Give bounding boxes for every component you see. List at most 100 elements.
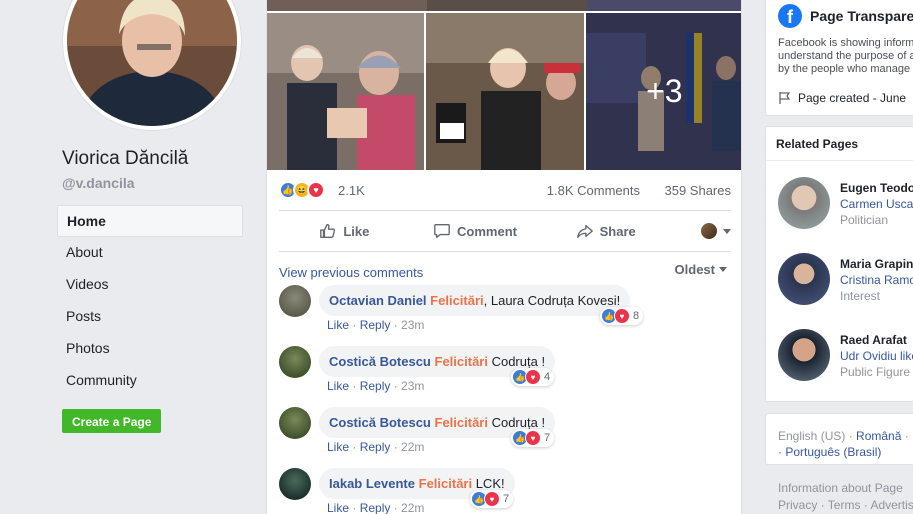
commenter-name[interactable]: Iakab Levente bbox=[329, 476, 415, 491]
comment-tag[interactable]: Felicitări bbox=[430, 293, 483, 308]
comment-like-link[interactable]: Like bbox=[327, 440, 349, 454]
post-photo[interactable] bbox=[426, 13, 584, 170]
love-reaction-icon: ♥ bbox=[614, 308, 630, 324]
nav-item-home[interactable]: Home bbox=[57, 205, 243, 237]
commenter-name[interactable]: Octavian Daniel bbox=[329, 293, 427, 308]
comment-text: Codruța ! bbox=[487, 354, 546, 369]
comment-like-link[interactable]: Like bbox=[327, 318, 349, 332]
related-page-friend[interactable]: Udr Ovidiu likes bbox=[840, 349, 913, 363]
like-label: Like bbox=[343, 223, 370, 239]
related-page-name[interactable]: Eugen Teodorovici bbox=[840, 181, 913, 195]
post-as-selector[interactable] bbox=[671, 223, 732, 239]
comment-label: Comment bbox=[457, 223, 517, 239]
comment-bubble: Octavian Daniel Felicitări, Laura Codruț… bbox=[319, 285, 631, 316]
language-link-romana[interactable]: Română bbox=[856, 429, 901, 443]
comment-reply-link[interactable]: Reply bbox=[360, 318, 391, 332]
comment-reply-link[interactable]: Reply bbox=[360, 440, 391, 454]
share-button[interactable]: Share bbox=[540, 222, 671, 240]
related-page-friend[interactable]: Cristina Ramona bbox=[840, 273, 913, 287]
share-label: Share bbox=[599, 223, 636, 239]
nav-item-posts[interactable]: Posts bbox=[57, 301, 243, 333]
comments-count[interactable]: 1.8K Comments bbox=[547, 183, 640, 198]
language-box: English (US) · Română · · Português (Bra… bbox=[765, 413, 913, 465]
privacy-terms-links[interactable]: Privacy · Terms · Advertising bbox=[778, 497, 913, 514]
related-pages-box: Related Pages Eugen Teodorovici Carmen U… bbox=[765, 126, 913, 402]
comment-reply-link[interactable]: Reply bbox=[360, 501, 391, 514]
avatar[interactable] bbox=[778, 329, 830, 381]
transparency-title[interactable]: Page Transparency bbox=[810, 8, 913, 24]
commenter-name[interactable]: Costică Botescu bbox=[329, 354, 431, 369]
related-page-friend[interactable]: Carmen Uscatu bbox=[840, 197, 913, 211]
comment-reply-link[interactable]: Reply bbox=[360, 379, 391, 393]
transparency-line: understand the purpose of a Page. See ac… bbox=[778, 50, 913, 62]
language-link-portugues[interactable]: · Português (Brasil) bbox=[778, 445, 881, 459]
reaction-count: 7 bbox=[544, 432, 551, 444]
comment-time[interactable]: · 23m bbox=[394, 318, 425, 332]
like-button[interactable]: Like bbox=[279, 222, 410, 240]
page-nav: Home About Videos Posts Photos Community bbox=[57, 205, 243, 397]
comment-tag[interactable]: Felicitări bbox=[435, 354, 488, 369]
shares-count[interactable]: 359 Shares bbox=[665, 183, 732, 198]
post-photo[interactable] bbox=[267, 13, 425, 170]
more-photos-count[interactable]: +3 bbox=[585, 13, 741, 170]
reaction-count: 4 bbox=[544, 371, 551, 383]
comment-like-link[interactable]: Like bbox=[327, 379, 349, 393]
comment-reactions[interactable]: 👍 ♥ 7 bbox=[470, 490, 514, 508]
separator: · bbox=[904, 429, 909, 443]
comment-time[interactable]: · 22m bbox=[394, 440, 425, 454]
avatar[interactable] bbox=[279, 407, 311, 439]
love-reaction-icon: ♥ bbox=[525, 369, 541, 385]
flag-icon bbox=[779, 92, 791, 104]
reactions-summary: 👍 😆 ♥ 2.1K 1.8K Comments 359 Shares bbox=[279, 178, 731, 202]
page-info-link[interactable]: Information about Page bbox=[778, 480, 913, 497]
transparency-line: Facebook is showing information to help … bbox=[778, 37, 913, 49]
related-page-category: Interest bbox=[840, 289, 881, 303]
nav-item-about[interactable]: About bbox=[57, 237, 243, 269]
comment-meta: Like · Reply · 23m bbox=[327, 379, 425, 393]
post-photo-more[interactable]: +3 bbox=[585, 13, 741, 170]
sort-label: Oldest bbox=[674, 262, 715, 277]
comment-tag[interactable]: Felicitări bbox=[435, 415, 488, 430]
comment-like-link[interactable]: Like bbox=[327, 501, 349, 514]
view-previous-comments-link[interactable]: View previous comments bbox=[279, 265, 423, 280]
reaction-count: 8 bbox=[633, 310, 640, 322]
related-page-name[interactable]: Raed Arafat bbox=[840, 333, 907, 347]
post-actions: Like Comment Share bbox=[279, 210, 732, 252]
avatar[interactable] bbox=[778, 177, 830, 229]
chevron-down-icon bbox=[719, 267, 727, 272]
page-handle[interactable]: @v.dancila bbox=[62, 175, 135, 191]
comment-reactions[interactable]: 👍 ♥ 7 bbox=[511, 429, 555, 447]
comment-meta: Like · Reply · 22m bbox=[327, 440, 425, 454]
profile-photo bbox=[67, 0, 237, 126]
comment-meta: Like · Reply · 23m bbox=[327, 318, 425, 332]
post-card: +3 👍 😆 ♥ 2.1K 1.8K Comments 359 Shares L… bbox=[266, 0, 742, 514]
comment-tag[interactable]: Felicitări bbox=[419, 476, 472, 491]
avatar[interactable] bbox=[279, 285, 311, 317]
nav-item-videos[interactable]: Videos bbox=[57, 269, 243, 301]
comment-reactions[interactable]: 👍 ♥ 8 bbox=[600, 307, 644, 325]
avatar[interactable] bbox=[279, 468, 311, 500]
viewer-avatar bbox=[701, 223, 718, 239]
footer-links: Information about Page Privacy · Terms ·… bbox=[778, 480, 913, 514]
commenter-name[interactable]: Costică Botescu bbox=[329, 415, 431, 430]
profile-picture[interactable] bbox=[63, 0, 241, 130]
nav-item-photos[interactable]: Photos bbox=[57, 333, 243, 365]
avatar[interactable] bbox=[279, 346, 311, 378]
reactions-count[interactable]: 2.1K bbox=[338, 183, 365, 198]
facebook-logo-icon: f bbox=[778, 4, 802, 28]
comment-time[interactable]: · 23m bbox=[394, 379, 425, 393]
comment-sort-dropdown[interactable]: Oldest bbox=[675, 262, 727, 277]
post-photo-strip[interactable] bbox=[267, 0, 741, 11]
related-page-category: Public Figure bbox=[840, 365, 911, 379]
comment-time[interactable]: · 22m bbox=[394, 501, 425, 514]
nav-item-community[interactable]: Community bbox=[57, 365, 243, 397]
comment-button[interactable]: Comment bbox=[410, 222, 541, 240]
create-page-button[interactable]: Create a Page bbox=[62, 409, 162, 433]
reaction-icons[interactable]: 👍 😆 ♥ bbox=[279, 181, 325, 199]
love-reaction-icon: ♥ bbox=[525, 430, 541, 446]
left-column: Viorica Dăncilă @v.dancila Home About Vi… bbox=[0, 0, 254, 514]
transparency-line: by the people who manage and post conten… bbox=[778, 63, 913, 75]
related-page-name[interactable]: Maria Grapini bbox=[840, 257, 913, 271]
avatar[interactable] bbox=[778, 253, 830, 305]
comment-reactions[interactable]: 👍 ♥ 4 bbox=[511, 368, 555, 386]
